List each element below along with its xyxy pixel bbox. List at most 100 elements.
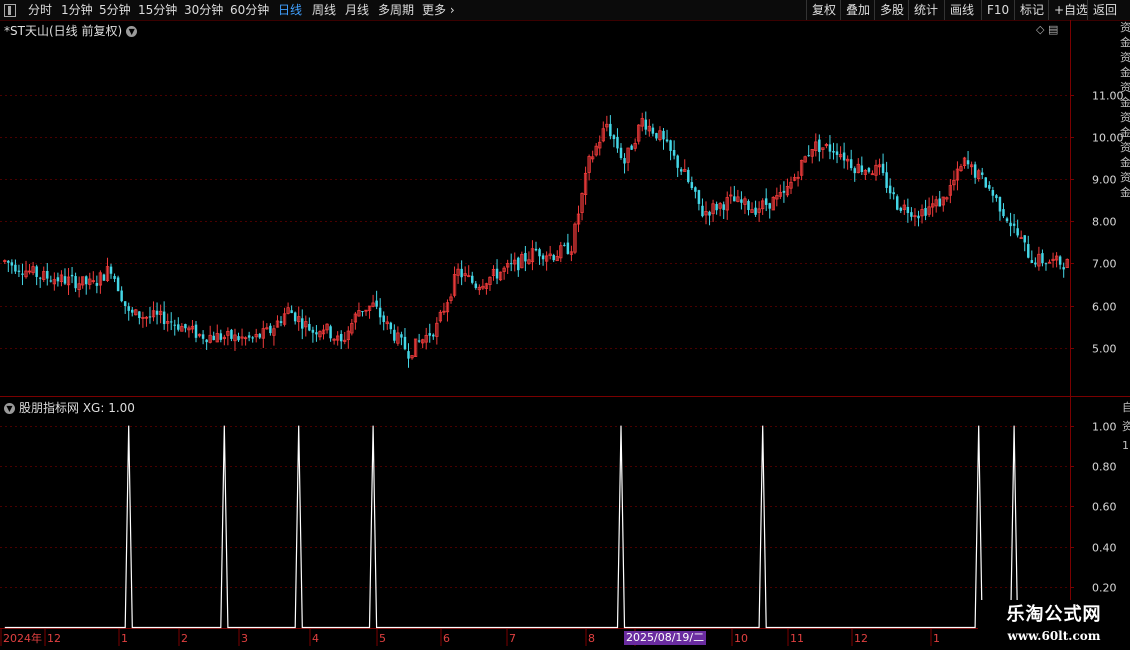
candle-body xyxy=(308,323,311,331)
date-tick-label: 7 xyxy=(509,632,516,645)
date-tick-label: 1 xyxy=(121,632,128,645)
candle-body xyxy=(1034,262,1037,265)
price-tick-label: 9.00 xyxy=(1092,174,1117,187)
candle-body xyxy=(301,318,304,329)
indicator-tick-label: 0.60 xyxy=(1092,501,1117,514)
candle-body xyxy=(393,329,396,341)
indicator-tick-label: 0.40 xyxy=(1092,542,1117,555)
candle-body xyxy=(881,163,885,174)
candle-body xyxy=(109,266,113,274)
candle-body xyxy=(662,130,665,140)
candle-body xyxy=(630,145,633,150)
candle-body xyxy=(733,196,736,202)
candle-body xyxy=(230,329,233,339)
candle-body xyxy=(1041,253,1044,264)
candle-body xyxy=(672,149,676,156)
candle-body xyxy=(70,274,74,277)
price-tick-label: 8.00 xyxy=(1092,216,1117,229)
price-tick-label: 5.00 xyxy=(1092,343,1117,356)
date-tick-label: 2 xyxy=(181,632,188,645)
candle-body xyxy=(378,307,382,318)
candle-body xyxy=(524,252,527,262)
candle-body xyxy=(566,242,570,254)
price-tick-label: 6.00 xyxy=(1092,301,1117,314)
candle-body xyxy=(471,275,474,283)
candle-body xyxy=(973,164,977,178)
candle-body xyxy=(538,249,541,257)
candle-body xyxy=(84,276,88,285)
candle-body xyxy=(382,315,385,323)
candle-body xyxy=(708,211,711,216)
candle-body xyxy=(102,274,106,281)
candle-body xyxy=(155,310,159,315)
candle-body xyxy=(690,182,694,189)
candle-body xyxy=(375,300,378,307)
candle-body xyxy=(1009,222,1012,227)
candle-body xyxy=(665,139,669,142)
candle-body xyxy=(14,264,17,272)
candle-body xyxy=(910,212,913,217)
candle-body xyxy=(201,334,205,339)
candle-body xyxy=(694,187,697,192)
candle-body xyxy=(417,340,421,342)
candle-body xyxy=(315,332,318,335)
candle-body xyxy=(138,311,141,319)
candle-body xyxy=(131,309,134,313)
candle-body xyxy=(212,335,215,341)
candle-body xyxy=(552,255,555,261)
candle-body xyxy=(290,310,293,314)
candle-body xyxy=(988,185,991,189)
candle-body xyxy=(95,283,99,286)
candle-body xyxy=(679,169,683,172)
candle-body xyxy=(194,324,198,338)
candle-body xyxy=(860,165,864,173)
candle-body xyxy=(1016,228,1019,236)
candle-body xyxy=(669,140,672,151)
candle-body xyxy=(113,275,116,279)
candle-body xyxy=(807,155,810,157)
candle-body xyxy=(715,203,718,211)
candle-body xyxy=(269,325,272,334)
candle-body xyxy=(687,169,690,182)
candle-body xyxy=(460,268,463,278)
candle-body xyxy=(938,198,941,207)
candle-body xyxy=(853,168,856,174)
candle-body xyxy=(623,158,626,164)
candle-body xyxy=(247,335,251,338)
candle-body xyxy=(888,185,892,194)
candle-body xyxy=(279,321,283,323)
date-tick-label: 5 xyxy=(379,632,386,645)
date-tick-label: 4 xyxy=(312,632,319,645)
side-panel-strip: 资金资金资金资金资金资金 xyxy=(1120,21,1130,199)
candle-body xyxy=(998,196,1002,212)
candle-body xyxy=(906,206,910,213)
candle-body xyxy=(432,334,435,337)
candle-body xyxy=(644,119,648,130)
candle-body xyxy=(764,198,768,205)
candle-body xyxy=(38,277,42,279)
candle-body xyxy=(754,207,757,215)
candle-body xyxy=(616,136,619,149)
candle-body xyxy=(541,255,545,260)
candle-body xyxy=(173,324,177,326)
candle-body xyxy=(184,324,187,329)
kline-chart[interactable]: 11.00 10.00 9.00 8.00 7.00 6.00 5.00 1.00 0.80 0.… xyxy=(0,0,1130,650)
candle-body xyxy=(697,190,701,204)
candle-body xyxy=(1030,260,1034,264)
candle-body xyxy=(205,339,208,343)
candle-body xyxy=(1023,235,1026,243)
candle-body xyxy=(17,270,21,272)
candle-body xyxy=(258,333,262,338)
date-tick-label: 11 xyxy=(790,632,804,645)
candle-body xyxy=(74,276,77,289)
price-tick-label: 11.00 xyxy=(1092,90,1124,103)
candle-body xyxy=(169,321,173,323)
candle-body xyxy=(612,135,616,140)
candle-body xyxy=(892,192,895,195)
date-tick-label: 12 xyxy=(47,632,61,645)
price-tick-label: 10.00 xyxy=(1092,132,1124,145)
candle-body xyxy=(1002,209,1005,217)
candle-body xyxy=(655,133,658,139)
candle-body xyxy=(35,266,38,277)
candle-body xyxy=(403,336,407,350)
